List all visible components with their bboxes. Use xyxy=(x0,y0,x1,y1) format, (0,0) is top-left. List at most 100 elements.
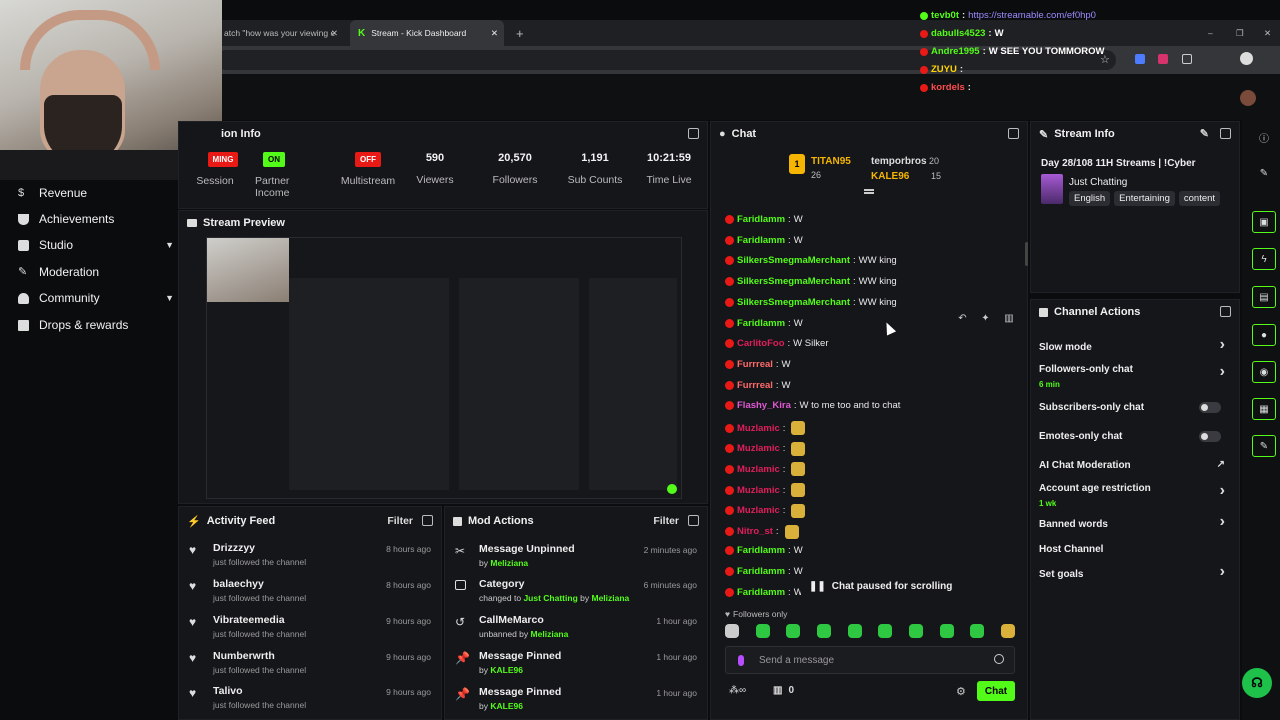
emote-icon[interactable] xyxy=(939,624,954,638)
browser-tab-active[interactable]: K Stream - Kick Dashboard ✕ xyxy=(350,20,504,46)
info-icon[interactable]: ⓘ xyxy=(1252,126,1276,148)
close-icon[interactable]: ✕ xyxy=(491,28,498,39)
trash-icon[interactable]: ▥ xyxy=(1004,313,1013,331)
emoji-icon[interactable] xyxy=(994,654,1004,664)
chat-message[interactable]: Faridlamm: W xyxy=(725,235,803,246)
chevron-right-icon[interactable]: › xyxy=(1220,563,1225,581)
sidebar-item-revenue[interactable]: $ Revenue xyxy=(18,186,168,200)
tag[interactable]: Entertaining xyxy=(1114,191,1175,206)
toggle-switch[interactable] xyxy=(1199,402,1221,413)
sidebar-item-moderation[interactable]: ✎ Moderation xyxy=(18,265,168,279)
chat-message[interactable]: Nitro_st: xyxy=(725,524,799,539)
avatar[interactable] xyxy=(1240,90,1256,106)
chat-message[interactable]: Muzlamic: xyxy=(725,441,806,456)
chevron-right-icon[interactable]: › xyxy=(1220,336,1225,354)
chat-message[interactable]: CarlitoFoo: W Silker xyxy=(725,338,829,349)
maximize-icon[interactable]: ❐ xyxy=(1228,20,1252,46)
chat-username[interactable]: SilkersSmegmaMerchant xyxy=(737,276,850,287)
chat-message[interactable]: Flashy_Kira: W to me too and to chat xyxy=(725,400,900,411)
chat-username[interactable]: Furrreal xyxy=(737,359,773,370)
pencil-icon[interactable]: ✎ xyxy=(1252,162,1276,184)
emote-icon[interactable] xyxy=(725,624,739,638)
chat-message[interactable]: Faridlamm: W xyxy=(725,318,803,329)
close-icon[interactable]: ✕ xyxy=(331,28,338,39)
mod-action-user-link[interactable]: KALE96 xyxy=(490,701,523,711)
reply-icon[interactable]: ↶ xyxy=(958,313,966,331)
expand-icon[interactable] xyxy=(1008,128,1019,139)
filter-button[interactable]: Filter xyxy=(653,515,679,527)
expand-icon[interactable] xyxy=(1220,128,1231,139)
expand-icon[interactable] xyxy=(1220,306,1231,317)
feed-username[interactable]: balaechyy xyxy=(213,578,264,590)
chat-message[interactable]: Faridlamm: W xyxy=(725,587,803,598)
chat-message[interactable]: SilkersSmegmaMerchant: WW king xyxy=(725,255,897,266)
microphone-icon[interactable] xyxy=(738,655,744,666)
chat-message[interactable]: Muzlamic: xyxy=(725,421,806,435)
mod-action-category-link[interactable]: Just Chatting xyxy=(523,593,577,603)
emote-icon[interactable] xyxy=(970,624,985,638)
emote-icon[interactable] xyxy=(908,624,923,638)
channel-action-row[interactable]: Banned words › xyxy=(1039,511,1229,537)
channel-points[interactable]: ▥ 0 xyxy=(773,685,794,696)
chat-username[interactable]: SilkersSmegmaMerchant xyxy=(737,297,850,308)
expand-icon[interactable] xyxy=(688,515,699,526)
mod-action-user-link[interactable]: KALE96 xyxy=(490,665,523,675)
chat-icon[interactable]: ● xyxy=(1252,324,1276,346)
sidebar-item-drops[interactable]: Drops & rewards xyxy=(18,318,168,332)
sidebar-item-community[interactable]: Community ▼ xyxy=(18,291,174,305)
mod-action-user-link[interactable]: Meliziana xyxy=(531,629,569,639)
chat-username[interactable]: Muzlamic xyxy=(737,505,780,516)
chat-message[interactable]: Faridlamm: W xyxy=(725,566,803,577)
channel-action-row[interactable]: Host Channel xyxy=(1039,536,1229,562)
chat-username[interactable]: Faridlamm xyxy=(737,545,785,556)
chat-username[interactable]: CarlitoFoo xyxy=(737,338,785,349)
chat-message[interactable]: Muzlamic: xyxy=(725,462,806,477)
chat-message[interactable]: Faridlamm: W xyxy=(725,545,803,556)
gifter-name[interactable]: temporbros xyxy=(871,156,927,167)
feed-username[interactable]: Talivo xyxy=(213,685,243,697)
channel-action-row[interactable]: Followers-only chat 6 min › xyxy=(1039,361,1229,389)
chat-message[interactable]: SilkersSmegmaMerchant: WW king xyxy=(725,276,897,287)
crop-icon[interactable]: ▣ xyxy=(1252,211,1276,233)
send-chat-button[interactable]: Chat xyxy=(977,681,1015,701)
category-thumbnail[interactable] xyxy=(1041,174,1063,204)
mod-action-user-link[interactable]: Meliziana xyxy=(592,593,630,603)
sidebar-item-achievements[interactable]: Achievements xyxy=(18,212,168,226)
external-link-icon[interactable]: ↗ xyxy=(1217,459,1225,470)
chat-username[interactable]: Muzlamic xyxy=(737,423,780,434)
chat-username[interactable]: Muzlamic xyxy=(737,443,780,454)
lightning-icon[interactable]: ϟ xyxy=(1252,248,1276,270)
new-tab-button[interactable]: + xyxy=(508,20,532,46)
emote-icon[interactable] xyxy=(847,624,862,638)
chat-message[interactable]: Muzlamic: xyxy=(725,483,806,498)
tag[interactable]: English xyxy=(1069,191,1111,206)
chevron-down-icon[interactable]: ▼ xyxy=(165,240,174,250)
chat-username[interactable]: Furrreal xyxy=(737,380,773,391)
filter-button[interactable]: Filter xyxy=(387,515,413,527)
emote-icon[interactable] xyxy=(1000,624,1015,638)
layout-icon[interactable]: ▦ xyxy=(1252,398,1276,420)
feed-username[interactable]: Drizzzyy xyxy=(213,542,255,554)
chat-message[interactable]: SilkersSmegmaMerchant: WW king xyxy=(725,297,897,308)
channel-action-row[interactable]: Set goals › xyxy=(1039,561,1229,587)
chat-message[interactable]: Muzlamic: xyxy=(725,503,806,518)
expand-icon[interactable] xyxy=(688,128,699,139)
chat-username[interactable]: Muzlamic xyxy=(737,485,780,496)
chat-username[interactable]: SilkersSmegmaMerchant xyxy=(737,255,850,266)
gifter-name[interactable]: TITAN95 xyxy=(811,156,851,167)
chat-username[interactable]: Faridlamm xyxy=(737,214,785,225)
edit-icon[interactable]: ✎ xyxy=(1200,127,1209,140)
chat-username[interactable]: Flashy_Kira xyxy=(737,400,791,411)
expand-icon[interactable] xyxy=(422,515,433,526)
chat-message[interactable]: Furrreal: W xyxy=(725,359,791,370)
collapse-handle-icon[interactable] xyxy=(864,189,874,194)
tag[interactable]: content xyxy=(1178,191,1221,206)
chat-message[interactable]: Faridlamm: W xyxy=(725,214,803,225)
browser-tab[interactable]: atch "how was your viewing e ✕ xyxy=(216,20,344,46)
emote-icon[interactable] xyxy=(816,624,831,638)
feed-username[interactable]: Numberwrth xyxy=(213,650,275,662)
chat-options-icon[interactable]: ⁂∞ xyxy=(729,685,746,696)
chat-username[interactable]: Nitro_st xyxy=(737,526,773,537)
mod-action-user-link[interactable]: Meliziana xyxy=(490,558,528,568)
channel-action-row[interactable]: Emotes-only chat xyxy=(1039,423,1229,449)
